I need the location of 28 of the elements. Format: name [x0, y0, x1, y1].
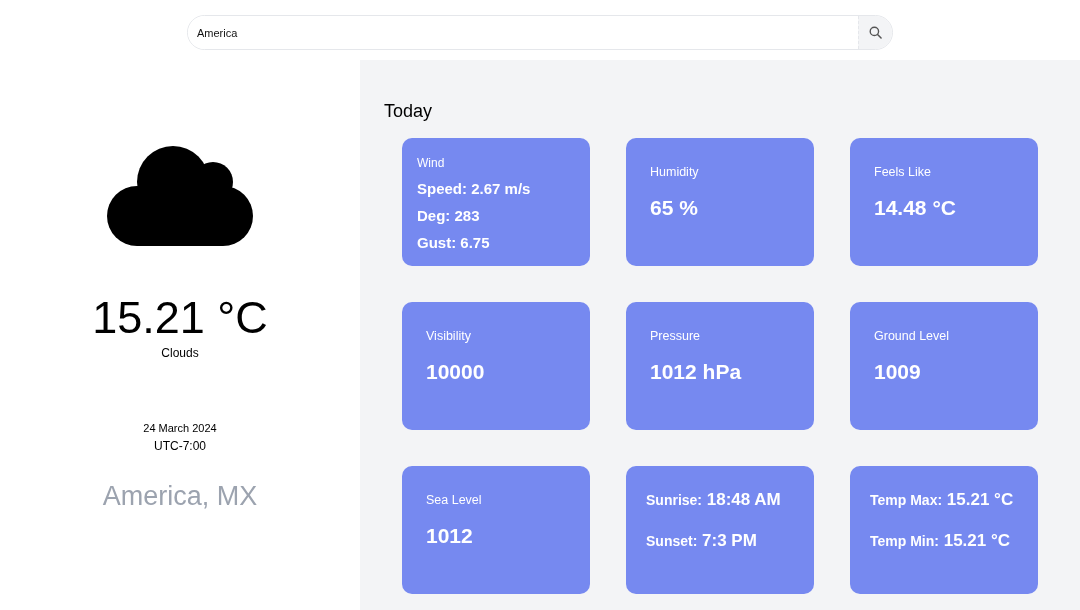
- card-value: 1012 hPa: [650, 360, 743, 384]
- card-value: Gust: 6.75: [417, 234, 491, 251]
- search-icon: [869, 26, 882, 39]
- date: 24 March 2024: [143, 422, 217, 434]
- card-value: 1009: [874, 360, 922, 384]
- card-title: Ground Level: [874, 329, 951, 343]
- location: America, MX: [102, 481, 258, 512]
- card-title: Visibility: [426, 329, 472, 343]
- card-value: Sunrise: 18:48 AM: [646, 490, 782, 510]
- card-value: Temp Min: 15.21 °C: [870, 531, 1012, 551]
- card-value: 1012: [426, 524, 474, 548]
- card-title: Feels Like: [874, 165, 932, 179]
- card-value: 10000: [426, 360, 486, 384]
- card-value: Sunset: 7:3 PM: [646, 531, 758, 551]
- temperature: 15.21 °C: [92, 292, 268, 344]
- weather-condition: Clouds: [161, 346, 199, 360]
- timezone: UTC-7:00: [154, 439, 206, 453]
- card-value: Temp Max: 15.21 °C: [870, 490, 1015, 510]
- card-value: 65 %: [650, 196, 699, 220]
- section-title: Today: [384, 100, 434, 122]
- card-title: Humidity: [650, 165, 700, 179]
- card-value: 14.48 °C: [874, 196, 957, 220]
- card-value: Deg: 283: [417, 207, 481, 224]
- card-title: Wind: [417, 156, 446, 170]
- card-value: Speed: 2.67 m/s: [417, 180, 532, 197]
- card-title: Sea Level: [426, 493, 483, 507]
- card-title: Pressure: [650, 329, 702, 343]
- search-button[interactable]: [858, 16, 892, 49]
